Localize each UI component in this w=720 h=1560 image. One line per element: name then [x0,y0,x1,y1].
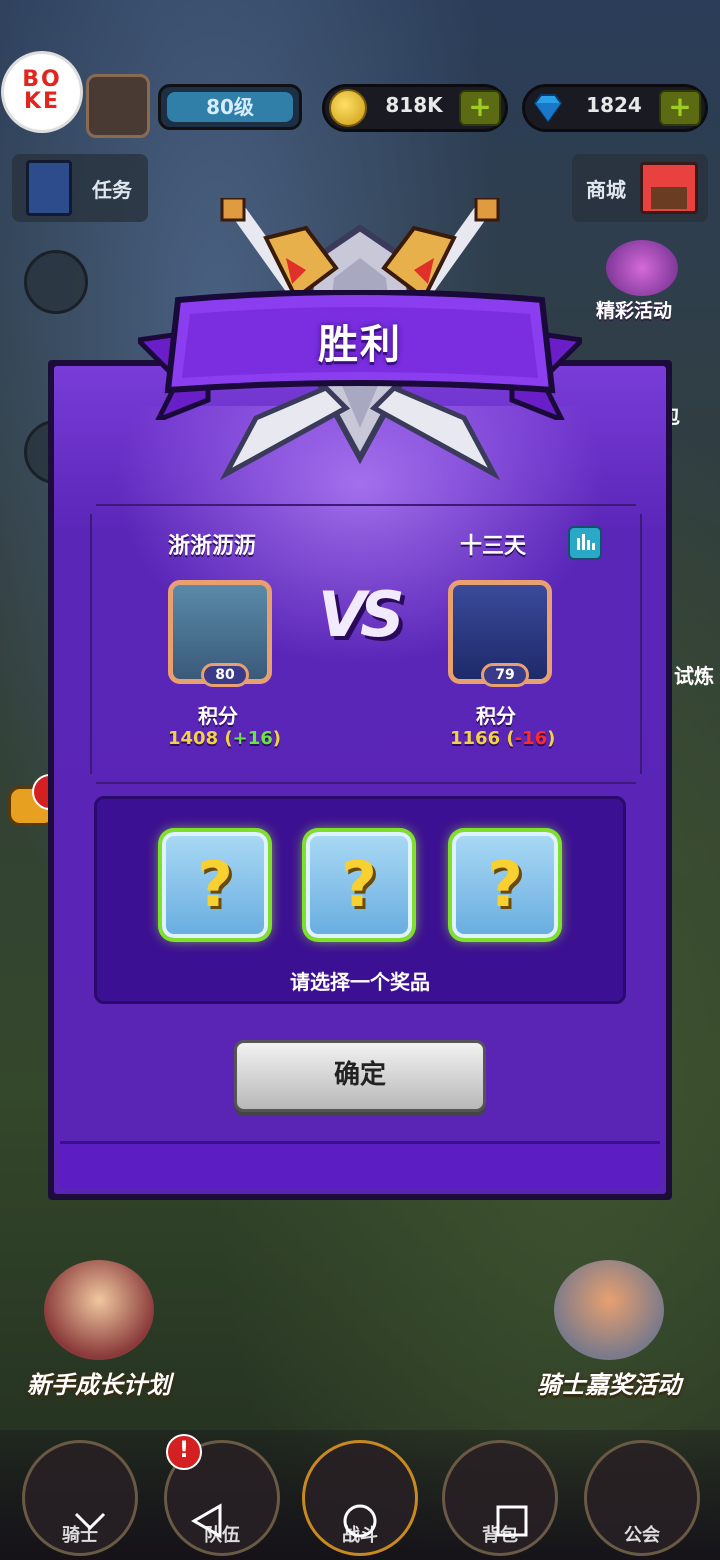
diamond-icon [529,89,567,127]
shop-button[interactable]: 商城 [572,154,708,222]
back-icon [190,1503,222,1539]
left-player-level: 80 [201,663,249,687]
collapse-chevron-icon [74,1512,106,1531]
recents-icon [496,1505,528,1537]
coin-icon [329,89,367,127]
featured-event-button[interactable]: 精彩活动 [596,240,696,322]
right-score: 1166 [450,728,501,749]
reward-card-1[interactable]: ? [162,832,268,938]
panel-edge-left [90,514,92,774]
quest-button[interactable]: 任务 [12,154,148,222]
right-score-delta: -16 [514,728,548,749]
left-delta-open: ( [224,728,233,749]
trial-label[interactable]: 试炼 [674,660,714,689]
add-coins-button[interactable]: + [459,90,501,126]
coin-counter: 818K + [322,84,508,132]
level-indicator: 80级 [158,84,302,130]
knight-portrait-icon [554,1260,664,1360]
panel-edge-right [640,514,642,774]
question-mark-icon: ? [341,848,377,921]
reward-card-2[interactable]: ? [306,832,412,938]
friends-icon[interactable] [24,250,88,314]
newbie-growth-plan-label: 新手成长计划 [27,1371,171,1399]
left-score-label: 积分 [198,704,238,728]
right-player-portrait: 79 [448,580,552,687]
left-score: 1408 [168,728,219,749]
featured-event-label: 精彩活动 [596,300,673,322]
left-score-delta: +16 [232,728,273,749]
dialog-bottom-strip [60,1141,660,1188]
hero-portrait-icon [44,1260,154,1360]
quest-label: 任务 [92,178,132,202]
home-icon [343,1504,377,1538]
coin-value: 818K [385,93,443,117]
right-score-line: 1166 (-16) [450,728,555,749]
add-gems-button[interactable]: + [659,90,701,126]
newbie-growth-plan[interactable]: 新手成长计划 [14,1260,184,1400]
ranking-chart-icon[interactable] [568,526,602,560]
title-holder: 胜利 [138,290,582,420]
dialog-title: 胜利 [318,322,402,368]
gem-value: 1824 [586,93,642,117]
right-player-level: 79 [481,663,529,687]
shop-label: 商城 [586,178,626,202]
gem-counter: 1824 + [522,84,708,132]
player-avatar[interactable] [86,74,150,138]
left-player-portrait: 80 [168,580,272,687]
right-delta-open: ( [506,728,515,749]
boke-logo: BO KE [4,54,80,130]
left-score-line: 1408 (+16) [168,728,281,749]
left-delta-close: ) [272,728,281,749]
right-player-name: 十三天 [460,534,527,559]
versus-label: VS [318,578,405,651]
store-icon [640,162,698,214]
right-score-label: 积分 [476,704,516,728]
question-mark-icon: ? [487,848,523,921]
system-nav-bar [74,1503,528,1539]
right-delta-close: ) [547,728,556,749]
knight-reward-event-label: 骑士嘉奖活动 [537,1371,681,1399]
reward-hint: 请选择一个奖品 [290,970,430,994]
quest-book-icon [26,160,72,216]
confirm-button[interactable]: 确定 [234,1040,486,1112]
level-text: 80级 [167,92,293,122]
question-mark-icon: ? [197,848,233,921]
knight-reward-event[interactable]: 骑士嘉奖活动 [524,1260,694,1400]
left-player-name: 浙浙沥沥 [168,534,257,559]
team-alert-badge: ! [166,1434,202,1470]
reward-card-3[interactable]: ? [452,832,558,938]
gift-icon [606,240,678,296]
